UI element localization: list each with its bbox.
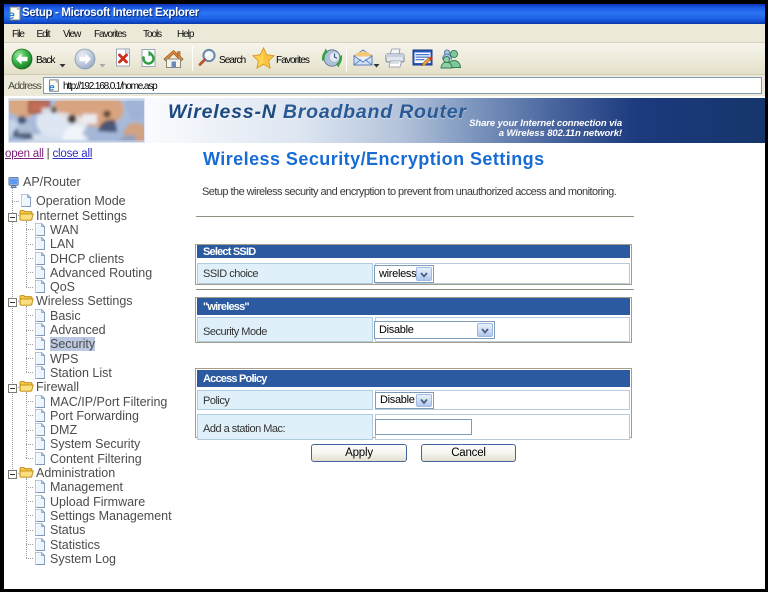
svg-text:e: e: [49, 81, 55, 93]
svg-text:e: e: [8, 8, 15, 22]
